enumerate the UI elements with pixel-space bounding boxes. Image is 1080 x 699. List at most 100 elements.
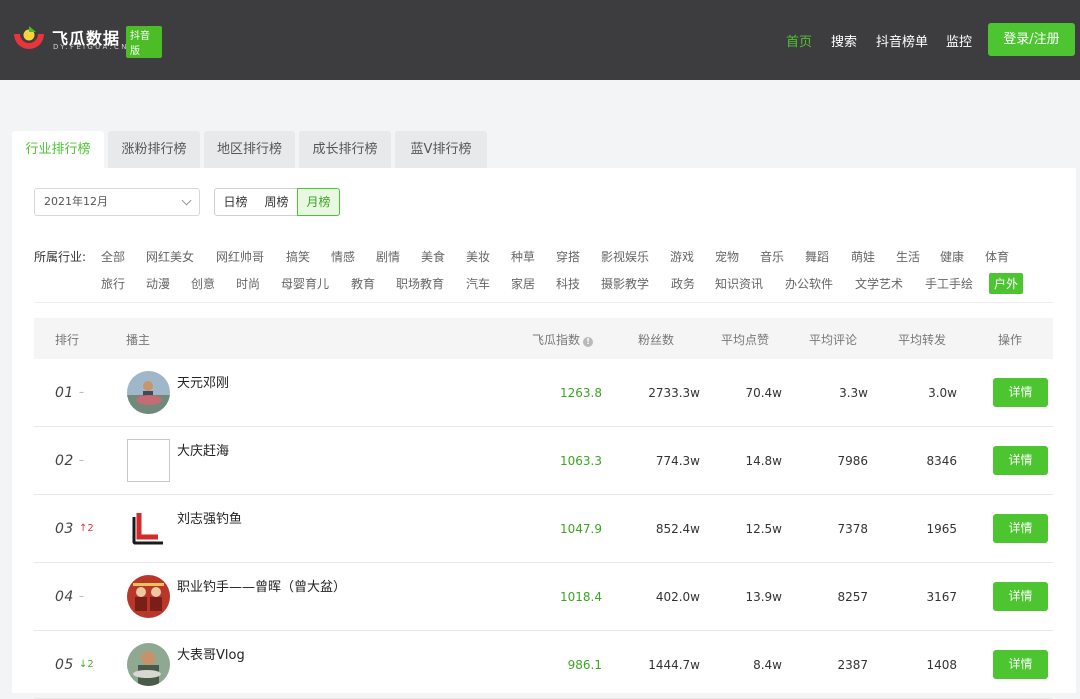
table-row: 03 ↑2 刘志强钓鱼 1047.9 852.4w 12.5w 7378 1965 详情 (34, 495, 1053, 563)
table-row: 01– 天元邓刚 1263.8 2733.3w 70.4w 3.3w 3.0w 详情 (34, 359, 1053, 427)
nav-douyin-rankings[interactable]: 抖音榜单 (876, 31, 928, 50)
header-avg-comments: 平均评论 (809, 333, 858, 347)
tab-industry-ranking[interactable]: 行业排行榜 (12, 131, 104, 168)
tab-growth-ranking[interactable]: 成长排行榜 (299, 131, 391, 168)
anchor-name[interactable]: 天元邓刚 (177, 372, 229, 391)
rank-trend: – (79, 591, 84, 602)
industry-filter-item[interactable]: 户外 (989, 273, 1024, 294)
tab-bluev-ranking[interactable]: 蓝V排行榜 (395, 131, 487, 168)
feigua-index-value: 1263.8 (560, 386, 602, 400)
rank-trend: ↑2 (79, 523, 94, 534)
industry-filter-item[interactable]: 游戏 (670, 248, 694, 265)
industry-filter-item[interactable]: 舞蹈 (805, 248, 829, 265)
feigua-index-value: 1018.4 (560, 590, 602, 604)
table-row: 04– 职业钓手——曾晖（曾大盆） 1018.4 402.0w 13.9w 8257 316… (34, 563, 1053, 631)
anchor-name[interactable]: 刘志强钓鱼 (177, 508, 242, 527)
rank-number: 04 (55, 589, 74, 605)
anchor-name[interactable]: 职业钓手——曾晖（曾大盆） (177, 576, 346, 595)
avatar[interactable] (127, 371, 170, 414)
avg-shares-value: 1408 (926, 658, 957, 672)
industry-filter-item[interactable]: 文学艺术 (855, 275, 903, 292)
detail-button[interactable]: 详情 (993, 514, 1048, 543)
industry-filter-item[interactable]: 母婴育儿 (281, 275, 329, 292)
login-register-button[interactable]: 登录/注册 (988, 23, 1075, 56)
detail-button[interactable]: 详情 (993, 446, 1048, 475)
avatar[interactable] (127, 575, 170, 618)
industry-filter-item[interactable]: 汽车 (466, 275, 490, 292)
industry-filter-item[interactable]: 政务 (671, 275, 695, 292)
industry-filter-item[interactable]: 知识资讯 (715, 275, 763, 292)
avg-shares-value: 1965 (926, 522, 957, 536)
industry-filter-item[interactable]: 体育 (985, 248, 1009, 265)
rank-number: 01 (55, 385, 74, 401)
rank-trend: ↓2 (79, 659, 94, 670)
industry-filter-item[interactable]: 穿搭 (556, 248, 580, 265)
industry-filter-item[interactable]: 宠物 (715, 248, 739, 265)
industry-filter-item[interactable]: 美妆 (466, 248, 490, 265)
avg-likes-value: 12.5w (745, 522, 782, 536)
detail-button[interactable]: 详情 (993, 650, 1048, 679)
industry-filter-item[interactable]: 网红美女 (146, 248, 194, 265)
industry-filter-item[interactable]: 网红帅哥 (216, 248, 264, 265)
month-select[interactable]: 2021年12月 (34, 188, 200, 216)
nav-search[interactable]: 搜索 (831, 31, 857, 50)
detail-button[interactable]: 详情 (993, 582, 1048, 611)
industry-filter-item[interactable]: 时尚 (236, 275, 260, 292)
period-daily-button[interactable]: 日榜 (214, 188, 257, 216)
industry-filter-item[interactable]: 影视娱乐 (601, 248, 649, 265)
month-select-value: 2021年12月 (44, 195, 108, 208)
fans-value: 1444.7w (648, 658, 700, 672)
industry-filter-item[interactable]: 旅行 (101, 275, 125, 292)
feigua-logo[interactable]: 飞瓜数据 抖音版 DY.FEIGUA.CN (12, 24, 162, 58)
industry-filter-item[interactable]: 全部 (101, 248, 125, 265)
table-header: 排行 播主 飞瓜指数! 粉丝数 平均点赞 平均评论 平均转发 操作 (34, 318, 1053, 359)
industry-filter-item[interactable]: 萌娃 (851, 248, 875, 265)
industry-filter-item[interactable]: 家居 (511, 275, 535, 292)
avg-shares-value: 3.0w (928, 386, 957, 400)
header-feigua-index[interactable]: 飞瓜指数! (532, 331, 594, 348)
avg-comments-value: 2387 (837, 658, 868, 672)
info-icon[interactable]: ! (583, 337, 594, 347)
table-row: 05 ↓2 大表哥Vlog 986.1 1444.7w 8.4w 2387 1408 详情 (34, 631, 1053, 699)
brand-badge: 抖音版 (126, 26, 162, 58)
industry-filter-item[interactable]: 生活 (896, 248, 920, 265)
industry-filter-item[interactable]: 摄影教学 (601, 275, 649, 292)
feigua-index-value: 1047.9 (560, 522, 602, 536)
nav-monitor[interactable]: 监控 (946, 31, 972, 50)
avatar[interactable] (127, 439, 170, 482)
industry-filter-item[interactable]: 种草 (511, 248, 535, 265)
nav-home[interactable]: 首页 (786, 31, 812, 50)
industry-filter-item[interactable]: 音乐 (760, 248, 784, 265)
industry-filter-item[interactable]: 创意 (191, 275, 215, 292)
header-action: 操作 (998, 333, 1023, 347)
header-avg-likes: 平均点赞 (721, 333, 770, 347)
industry-filter-item[interactable]: 美食 (421, 248, 445, 265)
industry-filter-item[interactable]: 动漫 (146, 275, 170, 292)
chevron-down-icon (181, 195, 192, 206)
header-anchor: 播主 (126, 333, 151, 347)
industry-filter-item[interactable]: 情感 (331, 248, 355, 265)
avatar[interactable] (127, 507, 170, 550)
avg-shares-value: 3167 (926, 590, 957, 604)
industry-filter-item[interactable]: 教育 (351, 275, 375, 292)
avg-likes-value: 70.4w (745, 386, 782, 400)
avg-comments-value: 3.3w (839, 386, 868, 400)
period-weekly-button[interactable]: 周榜 (256, 188, 298, 216)
top-navigation-bar: 飞瓜数据 抖音版 DY.FEIGUA.CN 首页 搜索 抖音榜单 监控 登录/注… (0, 0, 1080, 80)
industry-filter-item[interactable]: 办公软件 (785, 275, 833, 292)
detail-button[interactable]: 详情 (993, 378, 1048, 407)
tab-region-ranking[interactable]: 地区排行榜 (204, 131, 295, 168)
industry-filter-item[interactable]: 职场教育 (396, 275, 444, 292)
industry-filter-item[interactable]: 搞笑 (286, 248, 310, 265)
tab-fans-growth-ranking[interactable]: 涨粉排行榜 (108, 131, 200, 168)
industry-filter-item[interactable]: 剧情 (376, 248, 400, 265)
anchor-name[interactable]: 大庆赶海 (177, 440, 229, 459)
period-monthly-button[interactable]: 月榜 (297, 188, 340, 216)
anchor-name[interactable]: 大表哥Vlog (177, 644, 245, 663)
avatar[interactable] (127, 643, 170, 686)
industry-filter-item[interactable]: 健康 (940, 248, 964, 265)
industry-filter-item[interactable]: 手工手绘 (925, 275, 973, 292)
header-avg-shares: 平均转发 (898, 333, 947, 347)
avg-likes-value: 8.4w (753, 658, 782, 672)
industry-filter-item[interactable]: 科技 (556, 275, 580, 292)
